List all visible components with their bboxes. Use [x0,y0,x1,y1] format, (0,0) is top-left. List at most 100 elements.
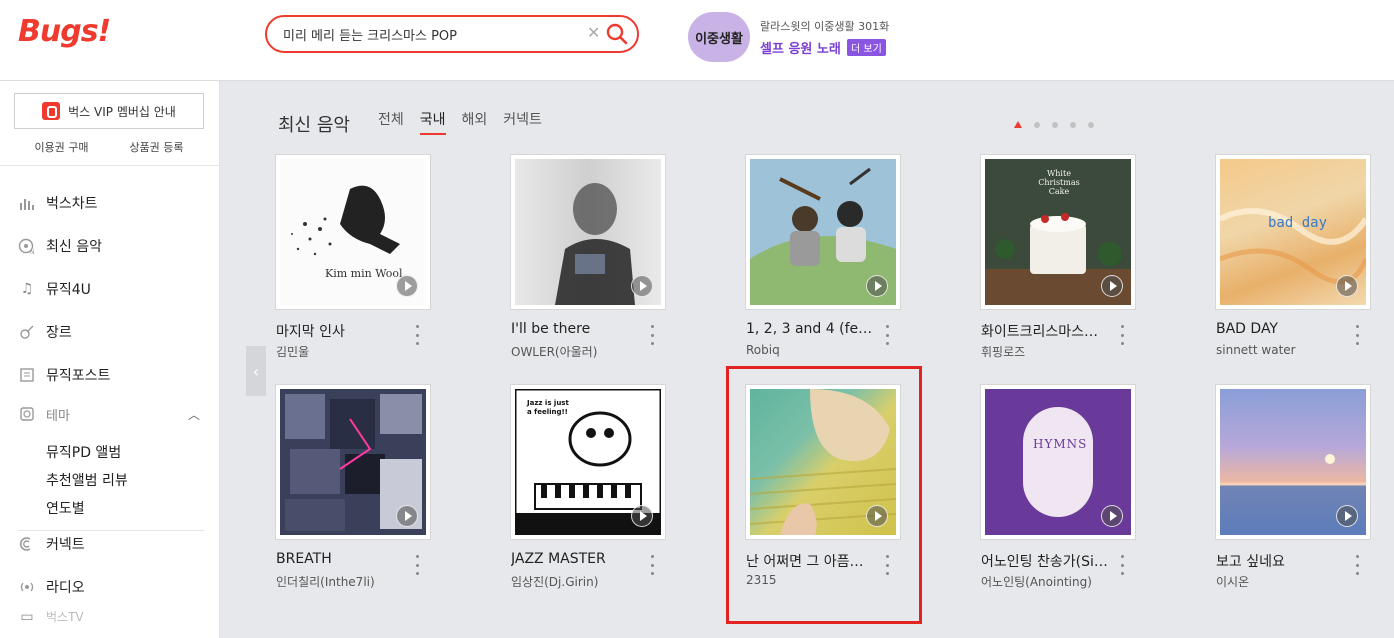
sidebar-subitem-musicpd[interactable]: 뮤직PD 앨범 [0,438,219,466]
page-indicator-5[interactable] [1088,121,1094,128]
album-title[interactable]: 화이트크리스마스케이크 [981,321,1109,341]
album-title[interactable]: BREATH [276,551,404,567]
play-icon[interactable] [1336,275,1358,297]
main-content: 최신 음악 전체 국내 해외 커넥트 ‹ Kim min Wool 마지막 인사… [220,81,1394,638]
sidebar-subitem-review[interactable]: 추천앨범 리뷰 [0,466,219,494]
account-links: 이용권 구매 상품권 등록 [14,139,204,155]
buy-pass-link[interactable]: 이용권 구매 [34,139,88,155]
more-options-icon[interactable] [1352,555,1362,575]
tab-connect[interactable]: 커넥트 [503,111,542,135]
album-artist[interactable]: Robiq [746,343,876,357]
search-icon[interactable] [605,22,629,46]
page-indicator-2[interactable] [1034,121,1040,128]
play-icon[interactable] [396,275,418,297]
album-card[interactable]: Jazz is just a feeling!! JAZZ MASTER 임상진… [511,385,701,605]
album-cover[interactable] [511,155,665,309]
clear-icon[interactable]: ✕ [587,23,600,42]
album-cover[interactable]: White Christmas Cake [981,155,1135,309]
voucher-link[interactable]: 상품권 등록 [129,139,183,155]
play-icon[interactable] [866,275,888,297]
play-icon[interactable] [631,505,653,527]
pagination-dots [1014,121,1094,128]
tab-domestic[interactable]: 국내 [419,111,446,135]
sidebar-item-label: 벅스차트 [46,195,98,212]
chevron-up-icon[interactable]: ︿ [188,406,200,423]
sidebar-item-label: 최신 음악 [46,238,102,255]
album-cover[interactable] [276,385,430,539]
album-artist[interactable]: sinnett water [1216,343,1346,357]
album-card[interactable]: White Christmas Cake 화이트크리스마스케이크 휘핑로즈 [981,155,1171,375]
more-options-icon[interactable] [647,555,657,575]
sidebar-item-music-post[interactable]: 뮤직포스트 [0,353,219,396]
sidebar-item-label: 뮤직4U [46,281,91,298]
guitar-icon [18,323,36,341]
sidebar-item-chart[interactable]: 벅스차트 [0,181,219,224]
album-cover[interactable]: HYMNS [981,385,1135,539]
album-cover[interactable]: Jazz is just a feeling!! [511,385,665,539]
more-options-icon[interactable] [412,555,422,575]
album-title[interactable]: 마지막 인사 [276,321,404,341]
more-options-icon[interactable] [1117,325,1127,345]
album-artist[interactable]: 김민울 [276,343,406,360]
section-title: 최신 음악 [278,115,350,136]
album-title[interactable]: 보고 싶네요 [1216,551,1344,571]
tab-all[interactable]: 전체 [378,111,404,135]
album-title[interactable]: JAZZ MASTER [511,551,639,567]
more-options-icon[interactable] [412,325,422,345]
more-options-icon[interactable] [1117,555,1127,575]
album-card[interactable]: Kim min Wool 마지막 인사 김민울 [276,155,466,375]
album-card[interactable]: HYMNS 어노인팅 찬송가(Sing… 어노인팅(Anointing) [981,385,1171,605]
album-artist[interactable]: 휘핑로즈 [981,343,1111,360]
album-artist[interactable]: 이시온 [1216,573,1346,590]
vip-membership-button[interactable]: 벅스 VIP 멤버십 안내 [14,93,204,129]
sidebar: 벅스 VIP 멤버십 안내 이용권 구매 상품권 등록 벅스차트 N 최신 음악… [0,81,220,638]
more-options-icon[interactable] [1352,325,1362,345]
promo-subtitle[interactable]: 랄라스윗의 이중생활 301화 [760,18,889,34]
cover-art: Kim min Wool [280,159,426,305]
album-title[interactable]: 어노인팅 찬송가(Sing… [981,551,1109,571]
sidebar-item-theme[interactable]: 테마 ︿ [0,396,219,432]
sidebar-item-radio[interactable]: 라디오 [0,565,219,608]
page-indicator-1[interactable] [1014,121,1022,128]
album-card[interactable]: 보고 싶네요 이시온 [1216,385,1394,605]
sidebar-item-new-music[interactable]: N 최신 음악 [0,224,219,267]
search-input[interactable] [283,24,573,44]
prev-arrow-button[interactable]: ‹ [246,346,266,396]
promo-more-badge[interactable]: 더 보기 [847,39,886,56]
sidebar-item-connect[interactable]: 커넥트 [0,522,219,565]
page-indicator-4[interactable] [1070,121,1076,128]
album-card[interactable]: bad day BAD DAY sinnett water [1216,155,1394,375]
album-artist[interactable]: OWLER(아울러) [511,343,641,360]
tab-bar: 전체 국내 해외 커넥트 [378,111,558,135]
play-icon[interactable] [1101,275,1123,297]
promo-avatar[interactable]: 이중생활 [688,12,750,62]
album-title[interactable]: 1, 2, 3 and 4 (feat. … [746,321,874,337]
sidebar-subitem-by-year[interactable]: 연도별 [0,494,219,522]
more-options-icon[interactable] [882,325,892,345]
sidebar-item-label: 장르 [46,324,72,341]
page-indicator-3[interactable] [1052,121,1058,128]
album-title[interactable]: I'll be there [511,321,639,337]
album-cover[interactable]: bad day [1216,155,1370,309]
sidebar-item-bugstv[interactable]: ▭ 벅스TV [0,608,219,628]
album-cover[interactable] [746,155,900,309]
play-icon[interactable] [1336,505,1358,527]
bugs-logo[interactable]: Bugs! [18,14,111,49]
play-icon[interactable] [631,275,653,297]
album-title[interactable]: BAD DAY [1216,321,1344,337]
play-icon[interactable] [1101,505,1123,527]
sidebar-item-genre[interactable]: 장르 [0,310,219,353]
sidebar-item-music4u[interactable]: ♫ 뮤직4U [0,267,219,310]
album-cover[interactable] [1216,385,1370,539]
play-icon[interactable] [396,505,418,527]
more-options-icon[interactable] [647,325,657,345]
album-artist[interactable]: 인더칠리(Inthe7li) [276,573,406,590]
album-card[interactable]: I'll be there OWLER(아울러) [511,155,701,375]
album-card[interactable]: BREATH 인더칠리(Inthe7li) [276,385,466,605]
promo-title[interactable]: 셀프 응원 노래 [760,38,841,57]
album-artist[interactable]: 어노인팅(Anointing) [981,573,1111,590]
album-card[interactable]: 1, 2, 3 and 4 (feat. … Robiq [746,155,936,375]
tab-overseas[interactable]: 해외 [462,111,488,135]
album-cover[interactable]: Kim min Wool [276,155,430,309]
album-artist[interactable]: 임상진(Dj.Girin) [511,573,641,590]
